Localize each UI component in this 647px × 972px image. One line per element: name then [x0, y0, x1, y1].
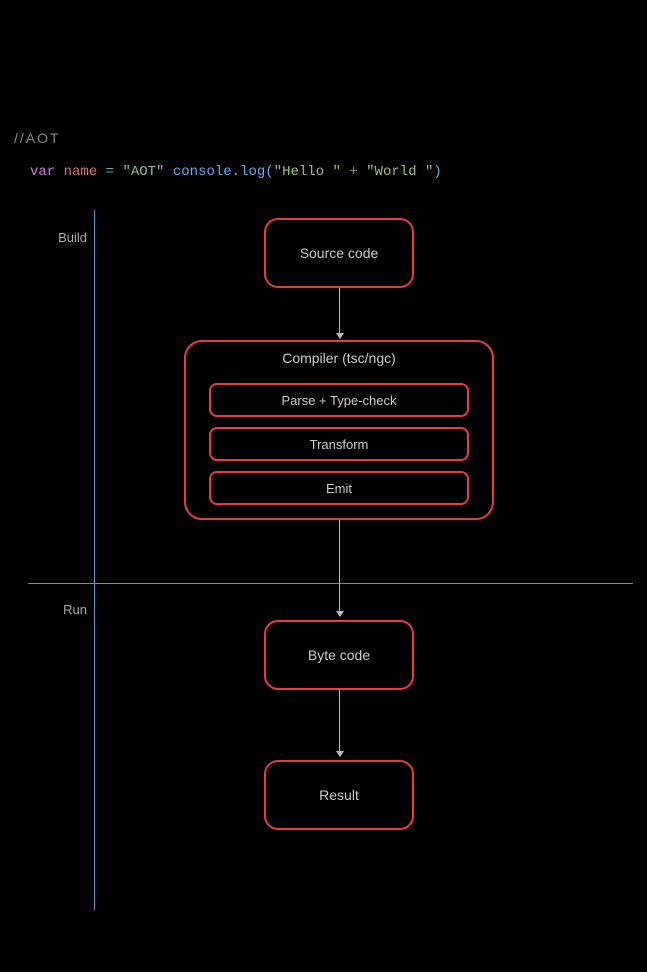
node-result-label: Result: [319, 787, 359, 803]
operator: =: [106, 164, 114, 180]
node-bytecode: Byte code: [264, 620, 414, 690]
msg1: "Hello ": [274, 164, 341, 180]
section-comment: //AOT: [0, 114, 647, 146]
arrow-compiler-bytecode: [339, 520, 340, 616]
node-bytecode-label: Byte code: [308, 647, 370, 663]
stage-label-build: Build: [17, 230, 87, 245]
divider-top: [0, 70, 647, 72]
arrow-src-compiler: [339, 288, 340, 338]
aot-diagram: Build Run Source code Compiler (tsc/ngc)…: [0, 190, 647, 910]
pass-emit: Emit: [209, 471, 469, 505]
pass-parse: Parse + Type-check: [209, 383, 469, 417]
identifier: name: [64, 164, 98, 180]
code-snippet: var name = "AOT" console.log("Hello " + …: [0, 146, 647, 180]
string-lit: "AOT": [122, 164, 164, 180]
call-close: ): [433, 164, 441, 180]
call-open: console.log(: [173, 164, 274, 180]
timeline-horizontal: [28, 583, 633, 584]
stage-label-run: Run: [17, 602, 87, 617]
timeline-vertical: [94, 210, 95, 910]
msg2: "World ": [366, 164, 433, 180]
arrow-bytecode-result: [339, 690, 340, 756]
pass-transform: Transform: [209, 427, 469, 461]
node-result: Result: [264, 760, 414, 830]
plus: +: [341, 164, 366, 180]
node-source-label: Source code: [300, 245, 379, 261]
node-compiler: Compiler (tsc/ngc) Parse + Type-check Tr…: [184, 340, 494, 520]
node-source: Source code: [264, 218, 414, 288]
compiler-title: Compiler (tsc/ngc): [282, 350, 396, 366]
keyword: var: [30, 164, 55, 180]
